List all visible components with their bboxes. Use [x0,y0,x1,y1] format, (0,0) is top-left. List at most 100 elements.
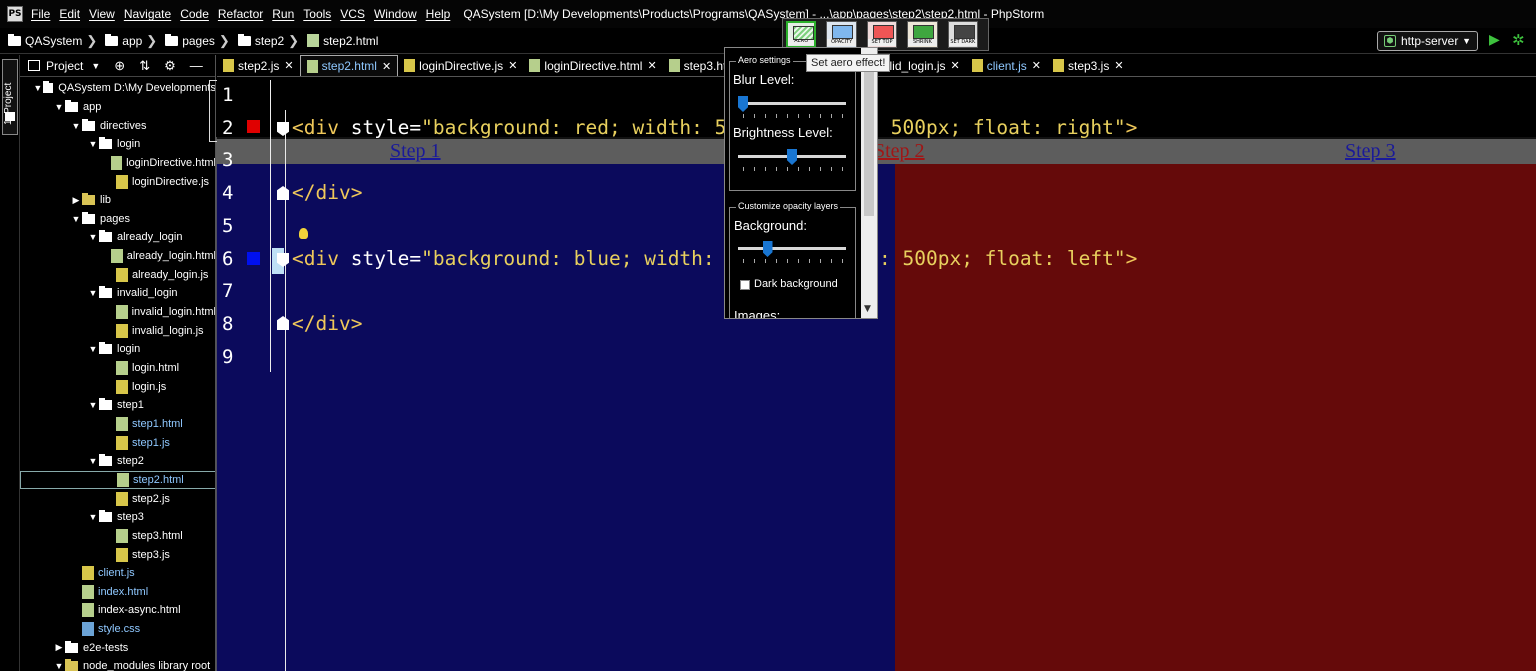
tree-file[interactable]: step1.js [20,433,215,452]
menu-view[interactable]: View [89,7,115,21]
set-dark-button[interactable]: SET DARK [947,21,978,48]
editor-tab[interactable]: step2.js ✕ [217,55,300,76]
editor-tab[interactable]: client.js ✕ [966,55,1047,76]
tree-folder[interactable]: ▼ already_login [20,228,215,247]
close-icon[interactable]: ✕ [1114,59,1123,72]
close-icon[interactable]: ✕ [284,59,293,72]
collapse-all-icon[interactable]: ⇅ [139,58,150,74]
tree-folder[interactable]: ▼ node_modules library root [20,657,215,671]
tree-file[interactable]: login.html [20,359,215,378]
tree-folder[interactable]: ▶ lib [20,191,215,210]
tree-file[interactable]: already_login.js [20,266,215,285]
editor-tab[interactable]: step2.html ✕ [299,55,399,76]
breadcrumb-item[interactable]: pages ❯ [165,33,230,49]
expand-down-icon[interactable]: ▼ [87,456,99,466]
expand-down-icon[interactable]: ▼ [53,102,65,112]
close-icon[interactable]: ✕ [1032,59,1041,72]
expand-down-icon[interactable]: ▼ [53,661,65,671]
tree-file[interactable]: already_login.html [20,247,215,266]
expand-down-icon[interactable]: ▼ [70,214,82,224]
step-3-link[interactable]: Step 3 [1345,140,1396,163]
tree-file[interactable]: step2.js [20,489,215,508]
chevron-down-icon[interactable]: ▼ [91,61,100,71]
menu-edit[interactable]: Edit [59,7,80,21]
close-icon[interactable]: ✕ [951,59,960,72]
tree-folder[interactable]: ▶ e2e-tests [20,639,215,658]
tree-folder[interactable]: ▼ app [20,98,215,117]
background-slider-track[interactable] [738,247,846,250]
expand-down-icon[interactable]: ▼ [87,288,99,298]
tree-folder[interactable]: ▼ directives [20,116,215,135]
gear-icon[interactable]: ⚙ [164,58,176,74]
set-top-button[interactable]: SET TOP [866,21,898,48]
menu-run[interactable]: Run [272,7,294,21]
close-icon[interactable]: ✕ [647,59,656,72]
expand-down-icon[interactable]: ▼ [33,83,43,93]
tree-folder[interactable]: ▼ login [20,340,215,359]
tree-file[interactable]: loginDirective.js [20,172,215,191]
fold-open-icon[interactable] [277,122,289,136]
breadcrumb-item[interactable]: step2 ❯ [237,33,299,49]
close-icon[interactable]: ✕ [382,60,391,73]
tree-folder[interactable]: ▼ invalid_login [20,284,215,303]
tree-file[interactable]: step1.html [20,415,215,434]
tree-file[interactable]: invalid_login.html [20,303,215,322]
tree-folder[interactable]: ▼ login [20,135,215,154]
breadcrumb-item[interactable]: app ❯ [105,33,157,49]
run-icon[interactable]: ▶ [1489,32,1500,48]
menu-tools[interactable]: Tools [303,7,331,21]
tree-folder[interactable]: ▼ step1 [20,396,215,415]
scroll-down-icon[interactable]: ▼ [864,304,871,314]
expand-down-icon[interactable]: ▼ [87,512,99,522]
lightbulb-icon[interactable] [299,228,308,239]
dark-background-checkbox[interactable] [740,280,750,290]
project-view-selector[interactable]: Project [46,59,83,73]
step-1-link[interactable]: Step 1 [390,140,441,163]
code-line-4[interactable]: </div> [292,181,362,204]
close-icon[interactable]: ✕ [508,59,517,72]
color-swatch-red[interactable] [247,120,260,133]
expand-down-icon[interactable]: ▼ [87,139,99,149]
color-swatch-blue[interactable] [247,252,260,265]
tree-file[interactable]: index-async.html [20,601,215,620]
tree-file[interactable]: style.css [20,620,215,639]
breadcrumb-item[interactable]: QASystem ❯ [8,33,97,49]
expand-down-icon[interactable]: ▼ [87,400,99,410]
editor-tab[interactable]: loginDirective.html ✕ [523,55,662,76]
debug-icon[interactable]: ✲ [1512,31,1525,49]
blur-slider-track[interactable] [738,102,846,105]
tree-folder[interactable]: ▼ QASystem D:\My Developments [20,79,215,98]
menu-code[interactable]: Code [180,7,209,21]
editor-tab[interactable]: loginDirective.js ✕ [398,55,523,76]
tree-folder[interactable]: ▼ step3 [20,508,215,527]
tree-file[interactable]: login.js [20,377,215,396]
tree-file[interactable]: step3.html [20,527,215,546]
tree-file[interactable]: index.html [20,583,215,602]
step-2-link[interactable]: Step 2 [874,140,925,163]
code-line-6[interactable]: <div style="background: blue; width: 500… [292,247,1137,270]
tree-folder[interactable]: ▼ step2 [20,452,215,471]
expand-down-icon[interactable]: ▼ [70,121,82,131]
shrink-button[interactable]: SHRINK [907,21,938,48]
menu-help[interactable]: Help [426,7,451,21]
expand-down-icon[interactable]: ▼ [87,344,99,354]
hide-icon[interactable]: — [190,58,203,73]
run-configuration-dropdown[interactable]: ⬢ http-server ▼ [1377,31,1478,51]
aero-button[interactable]: AERO [786,21,817,48]
tree-file[interactable]: step2.html [20,470,215,490]
tree-file[interactable]: invalid_login.js [20,321,215,340]
panel-scrollbar-thumb[interactable] [864,62,874,216]
tree-folder[interactable]: ▼ pages [20,210,215,229]
menu-refactor[interactable]: Refactor [218,7,263,21]
menu-file[interactable]: File [31,7,50,21]
tree-file[interactable]: loginDirective.html [20,154,215,173]
expand-down-icon[interactable]: ▼ [87,232,99,242]
opacity-button[interactable]: OPACITY [826,21,857,48]
editor-tab[interactable]: step3.js ✕ [1047,55,1130,76]
menu-vcs[interactable]: VCS [340,7,365,21]
code-line-8[interactable]: </div> [292,312,362,335]
expand-right-icon[interactable]: ▶ [70,195,82,206]
tree-file[interactable]: step3.js [20,545,215,564]
menu-navigate[interactable]: Navigate [124,7,171,21]
locate-icon[interactable]: ⊕ [114,58,125,74]
